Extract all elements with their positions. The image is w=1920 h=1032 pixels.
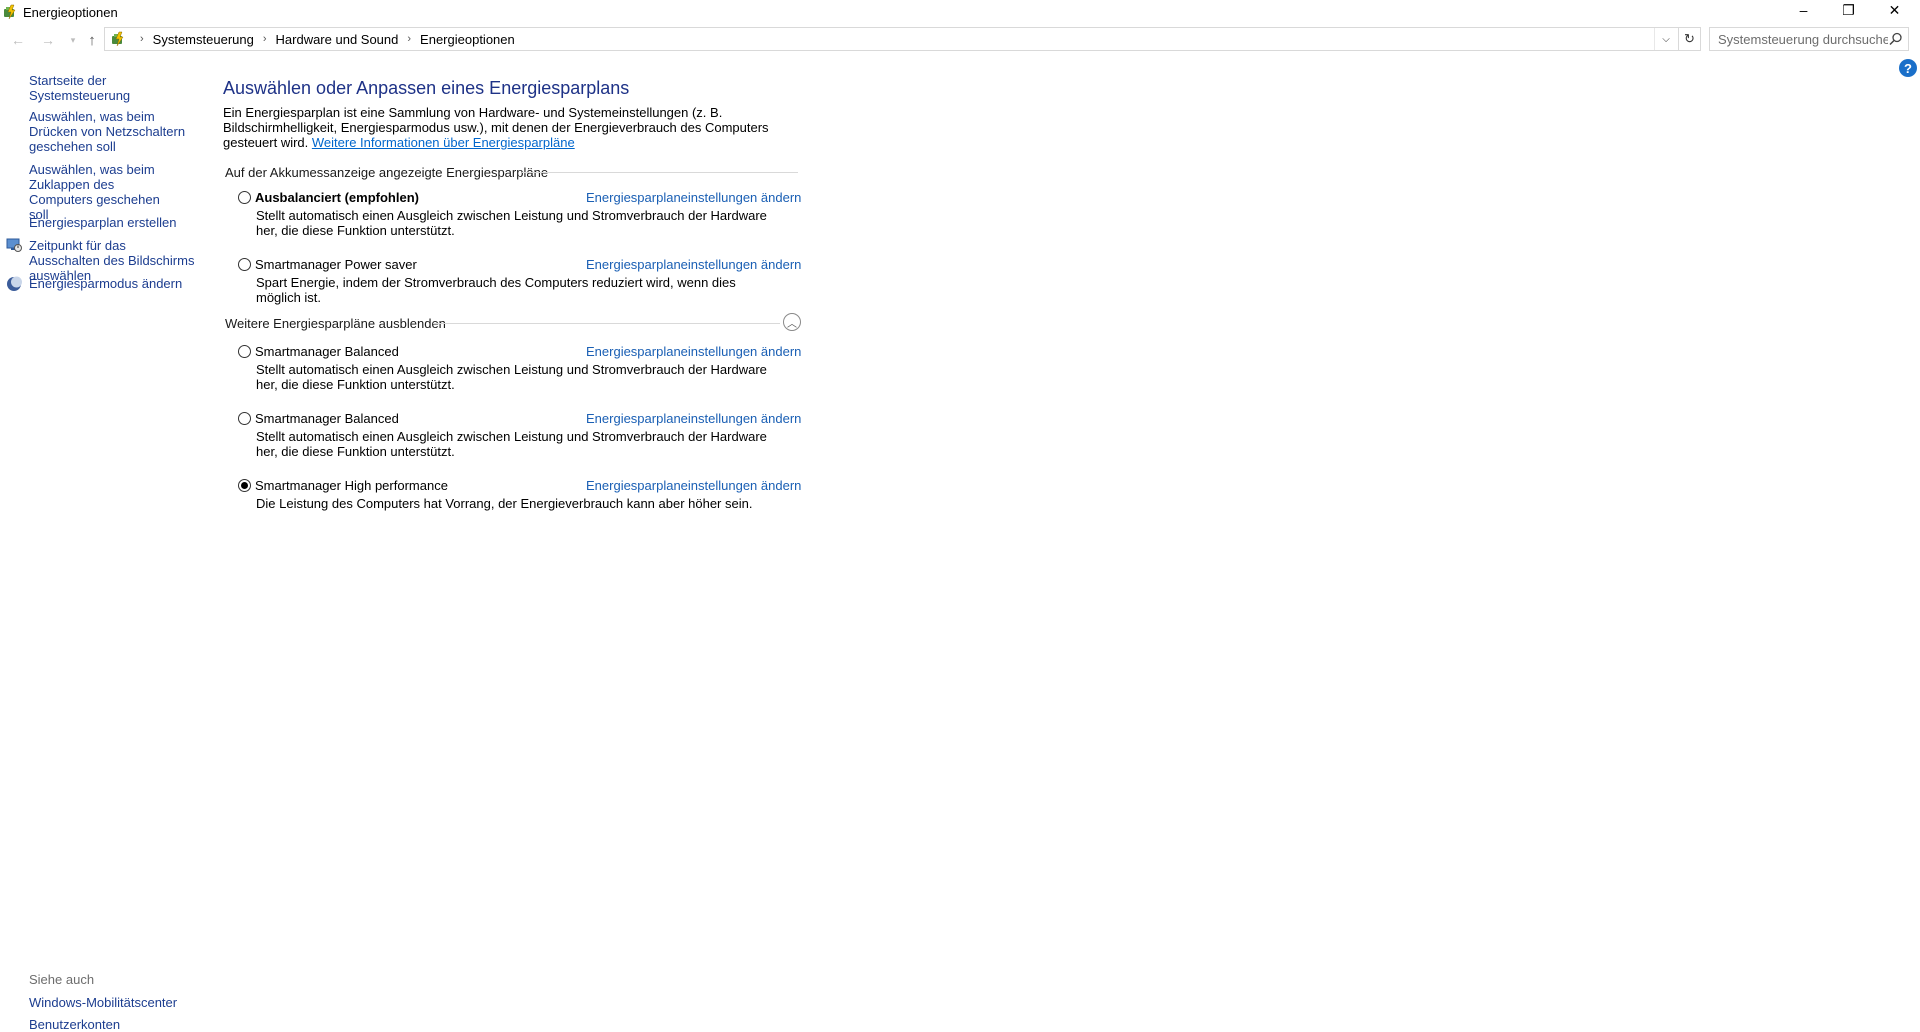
breadcrumb-hardware-und-sound[interactable]: Hardware und Sound (276, 32, 399, 47)
breadcrumb-systemsteuerung[interactable]: Systemsteuerung (153, 32, 254, 47)
forward-arrow-icon[interactable]: → (38, 30, 58, 50)
display-settings-icon (6, 238, 22, 252)
plan-name[interactable]: Smartmanager Balanced (255, 411, 399, 426)
chevron-up-icon[interactable]: ︿ (783, 313, 801, 331)
search-box[interactable] (1709, 27, 1909, 51)
help-icon[interactable]: ? (1899, 59, 1917, 77)
plan-radio-button-selected[interactable] (238, 479, 251, 492)
plan-name[interactable]: Ausbalanciert (empfohlen) (255, 190, 419, 205)
change-plan-settings-link[interactable]: Energiesparplaneinstellungen ändern (586, 411, 801, 426)
plan-description: Stellt automatisch einen Ausgleich zwisc… (256, 429, 767, 459)
breadcrumb: › Systemsteuerung › Hardware und Sound ›… (131, 28, 515, 50)
change-plan-settings-link[interactable]: Energiesparplaneinstellungen ändern (586, 478, 801, 493)
chevron-right-icon[interactable]: › (140, 33, 144, 45)
minimize-button[interactable]: – (1781, 0, 1826, 20)
power-options-icon (112, 31, 124, 47)
title-bar: Energieoptionen – ❐ ✕ (0, 0, 1920, 25)
sidebar-link-create-plan[interactable]: Energiesparplan erstellen (29, 215, 176, 230)
restore-button[interactable]: ❐ (1826, 0, 1871, 20)
window-title: Energieoptionen (23, 5, 118, 20)
recent-locations-chevron-icon[interactable]: ▾ (63, 30, 83, 50)
plan-description: Stellt automatisch einen Ausgleich zwisc… (256, 208, 767, 238)
page-title: Auswählen oder Anpassen eines Energiespa… (223, 78, 630, 98)
sidebar-link-lid-close[interactable]: Auswählen, was beim Zuklappen des Comput… (29, 162, 179, 222)
plan-description: Stellt automatisch einen Ausgleich zwisc… (256, 362, 767, 392)
breadcrumb-energieoptionen[interactable]: Energieoptionen (420, 32, 515, 47)
address-bar[interactable]: › Systemsteuerung › Hardware und Sound ›… (104, 27, 1679, 51)
sleep-moon-icon (7, 276, 22, 291)
group-header-battery-plans: Auf der Akkumessanzeige angezeigte Energ… (225, 165, 549, 180)
plan-name[interactable]: Smartmanager High performance (255, 478, 448, 493)
refresh-icon[interactable]: ↻ (1679, 27, 1701, 51)
change-plan-settings-link[interactable]: Energiesparplaneinstellungen ändern (586, 257, 801, 272)
plan-description: Die Leistung des Computers hat Vorrang, … (256, 496, 753, 511)
power-options-icon (4, 4, 16, 20)
sidebar-link-sleep-mode[interactable]: Energiesparmodus ändern (29, 276, 182, 291)
change-plan-settings-link[interactable]: Energiesparplaneinstellungen ändern (586, 344, 801, 359)
group-divider (522, 172, 798, 173)
search-input[interactable] (1710, 28, 1888, 50)
plan-name[interactable]: Smartmanager Power saver (255, 257, 417, 272)
see-also-user-accounts[interactable]: Benutzerkonten (29, 1017, 120, 1032)
more-info-link[interactable]: Weitere Informationen über Energiesparpl… (312, 135, 575, 150)
plan-radio-button[interactable] (238, 412, 251, 425)
see-also-heading: Siehe auch (29, 972, 95, 987)
up-arrow-icon[interactable]: ↑ (82, 30, 102, 50)
plan-description: Spart Energie, indem der Stromverbrauch … (256, 275, 736, 305)
group-header-more-plans[interactable]: Weitere Energiesparpläne ausblenden (225, 316, 446, 331)
plan-radio-button[interactable] (238, 258, 251, 271)
plan-radio-button[interactable] (238, 345, 251, 358)
back-arrow-icon[interactable]: ← (8, 30, 28, 50)
group-divider (433, 323, 780, 324)
search-icon[interactable] (1888, 31, 1904, 47)
navigation-bar: ← → ▾ ↑ › Systemsteuerung › Hardware und… (0, 26, 1920, 54)
sidebar-link-home[interactable]: Startseite der Systemsteuerung (29, 73, 205, 103)
plan-name[interactable]: Smartmanager Balanced (255, 344, 399, 359)
close-button[interactable]: ✕ (1872, 0, 1917, 20)
plan-radio-button[interactable] (238, 191, 251, 204)
change-plan-settings-link[interactable]: Energiesparplaneinstellungen ändern (586, 190, 801, 205)
intro-text: Ein Energiesparplan ist eine Sammlung vo… (223, 105, 793, 150)
see-also-mobility-center[interactable]: Windows-Mobilitätscenter (29, 995, 177, 1010)
chevron-right-icon[interactable]: › (407, 33, 411, 45)
chevron-down-icon[interactable]: ⌵ (1654, 28, 1677, 50)
sidebar-link-power-buttons[interactable]: Auswählen, was beim Drücken von Netzscha… (29, 109, 199, 154)
chevron-right-icon[interactable]: › (263, 33, 267, 45)
